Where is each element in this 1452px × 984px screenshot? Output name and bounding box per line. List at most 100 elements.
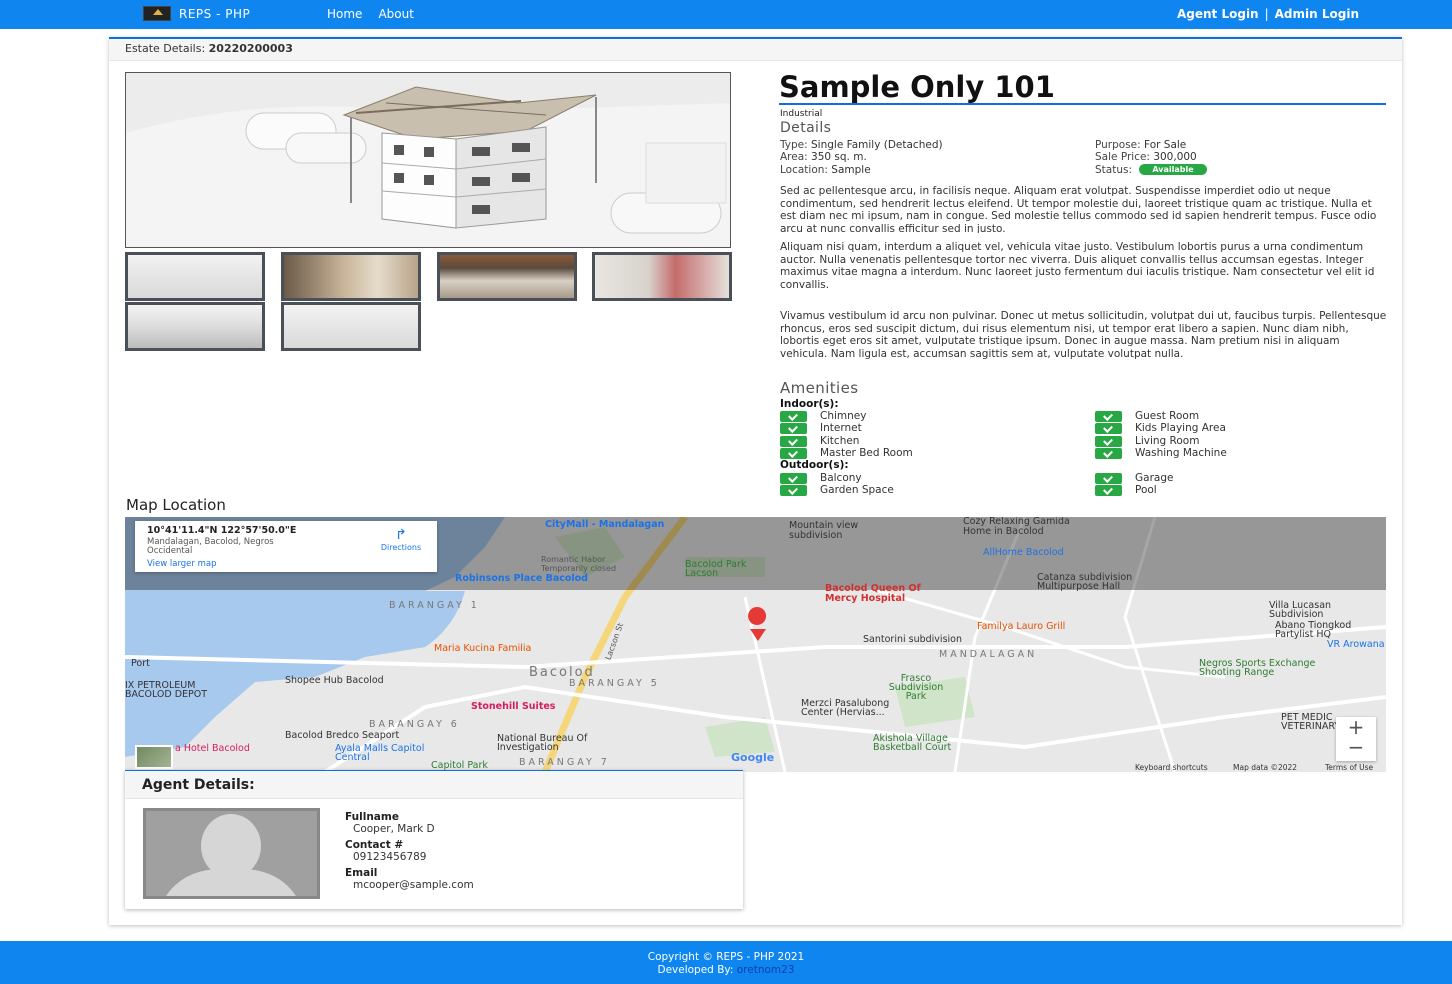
detail-status: Status: Available: [1095, 164, 1207, 176]
amenity-item: Garden Space: [780, 484, 894, 496]
thumbnail-5[interactable]: [125, 302, 265, 351]
check-icon: [780, 435, 807, 447]
footer-copyright: Copyright © REPS - PHP 2021: [647, 951, 805, 963]
property-category: Industrial: [780, 109, 823, 119]
map-label: National Bureau Of Investigation: [497, 733, 588, 753]
map-label: Shopee Hub Bacolod: [285, 675, 384, 686]
map-label: BARANGAY 6: [369, 719, 460, 730]
check-icon: [1095, 472, 1122, 484]
detail-type: Type: Single Family (Detached): [780, 139, 943, 151]
map-label: AllHome Bacolod: [983, 547, 1064, 558]
thumbnail-6[interactable]: [281, 302, 421, 351]
amenity-item: Internet: [780, 422, 862, 434]
indoor-label: Indoor(s):: [780, 398, 839, 410]
directions-button[interactable]: ↱ Directions: [373, 527, 429, 552]
agent-details-heading: Agent Details:: [125, 771, 743, 799]
agent-avatar: [143, 808, 320, 899]
brand-logo-icon: [143, 6, 171, 21]
brand[interactable]: REPS - PHP: [143, 6, 250, 21]
map-label: BARANGAY 5: [569, 678, 660, 689]
nav-about-link[interactable]: About: [378, 7, 413, 21]
details-heading: Details: [780, 120, 832, 136]
map-label: Mountain view subdivision: [789, 520, 859, 541]
map-label: Negros Sports Exchange Shooting Range: [1199, 658, 1316, 678]
map-label: BARANGAY 1: [389, 600, 480, 611]
map-label: MANDALAGAN: [939, 649, 1038, 660]
map-info-card: 10°41'11.4"N 122°57'50.0"E Mandalagan, B…: [135, 521, 437, 572]
map-label: IX PETROLEUM BACOLOD DEPOT: [125, 680, 208, 700]
thumbnail-4[interactable]: [592, 252, 732, 301]
top-navbar: REPS - PHP Home About Agent Login | Admi…: [0, 0, 1452, 29]
map-location-heading: Map Location: [126, 496, 226, 514]
map-label: a Hotel Bacolod: [175, 743, 250, 754]
developer-link[interactable]: oretnom23: [737, 964, 795, 976]
amenity-item: Washing Machine: [1095, 447, 1227, 459]
nav-links: Home About: [327, 7, 414, 21]
thumbnail-1[interactable]: [125, 252, 265, 301]
brand-name: REPS - PHP: [179, 6, 251, 21]
amenities-heading: Amenities: [780, 379, 859, 397]
amenity-item: Chimney: [780, 410, 866, 422]
thumbnail-2[interactable]: [281, 252, 421, 301]
map-label: Bacolod Bredco Seaport: [285, 730, 400, 741]
map-label: CityMall - Mandalagan: [545, 519, 665, 530]
check-icon: [780, 472, 807, 484]
person-silhouette-icon: [146, 811, 317, 896]
map-label: Romantic Habor Temporarily closed: [541, 555, 617, 573]
agent-fullname: Fullname Cooper, Mark D: [345, 811, 435, 835]
description-paragraph-2: Aliquam nisi quam, interdum a aliquet ve…: [780, 241, 1375, 291]
map-label: Frasco Subdivision Park: [888, 673, 944, 702]
estate-code: 20220200003: [208, 42, 293, 55]
amenity-item: Pool: [1095, 484, 1157, 496]
zoom-out-button[interactable]: −: [1336, 737, 1376, 757]
map-label: Cozy Relaxing Gamida Home in Bacolod: [963, 517, 1070, 537]
map-label: Ayala Malls Capitol Central: [335, 743, 425, 763]
directions-icon: ↱: [395, 527, 407, 543]
property-title: Sample Only 101: [779, 71, 1386, 105]
detail-area: Area: 350 sq. m.: [780, 151, 867, 163]
amenity-item: Kids Playing Area: [1095, 422, 1226, 434]
agent-details-card: Agent Details: Fullname Cooper, Mark D C…: [125, 770, 743, 909]
zoom-in-button[interactable]: +: [1336, 717, 1376, 737]
amenity-item: Guest Room: [1095, 410, 1199, 422]
google-map[interactable]: CityMall - Mandalagan Mountain view subd…: [125, 517, 1386, 772]
map-label: Bacolod Park Lacson: [685, 559, 747, 579]
description-paragraph-3: Vivamus vestibulum id arcu non pulvinar.…: [780, 310, 1387, 360]
map-label: VR Arowana Gar: [1327, 639, 1386, 650]
detail-purpose: Purpose: For Sale: [1095, 139, 1187, 151]
view-larger-map-link[interactable]: View larger map: [147, 559, 425, 569]
check-icon: [1095, 484, 1122, 496]
check-icon: [780, 410, 807, 422]
check-icon: [1095, 422, 1122, 434]
card-header: Estate Details: 20220200003: [109, 39, 1402, 61]
nav-home-link[interactable]: Home: [327, 7, 362, 21]
outdoor-label: Outdoor(s):: [780, 459, 849, 471]
map-label: Merzci Pasalubong Center (Hervias...: [801, 698, 890, 718]
agent-contact: Contact # 09123456789: [345, 839, 427, 863]
map-label: Familya Lauro Grill: [977, 621, 1066, 632]
detail-location: Location: Sample: [780, 164, 871, 176]
detail-price: Sale Price: 300,000: [1095, 151, 1197, 163]
map-label: Port: [131, 658, 150, 669]
map-label: Akishola Village Basketball Court: [873, 733, 952, 753]
agent-login-link[interactable]: Agent Login: [1177, 7, 1259, 21]
check-icon: [780, 484, 807, 496]
satellite-toggle[interactable]: [135, 745, 173, 769]
keyboard-shortcuts-link[interactable]: Keyboard shortcuts: [1135, 763, 1208, 772]
house-model-image: [126, 73, 730, 247]
page-footer: Copyright © REPS - PHP 2021 Developed By…: [0, 941, 1452, 984]
terms-of-use-link[interactable]: Terms of Use: [1325, 763, 1373, 772]
estate-header-label: Estate Details:: [125, 42, 206, 55]
amenity-item: Balcony: [780, 472, 862, 484]
zoom-control: + −: [1336, 717, 1376, 761]
map-label: Maria Kucina Familia: [434, 643, 532, 654]
map-data-credit: Map data ©2022: [1233, 763, 1298, 772]
check-icon: [780, 422, 807, 434]
check-icon: [1095, 447, 1122, 459]
check-icon: [1095, 410, 1122, 422]
thumbnail-3[interactable]: [437, 252, 577, 301]
admin-login-link[interactable]: Admin Login: [1275, 7, 1359, 21]
map-label: Abano Tiongkod Partylist HQ: [1275, 620, 1352, 640]
description-paragraph-1: Sed ac pellentesque arcu, in facilisis n…: [780, 185, 1377, 233]
main-property-image[interactable]: [125, 72, 731, 248]
